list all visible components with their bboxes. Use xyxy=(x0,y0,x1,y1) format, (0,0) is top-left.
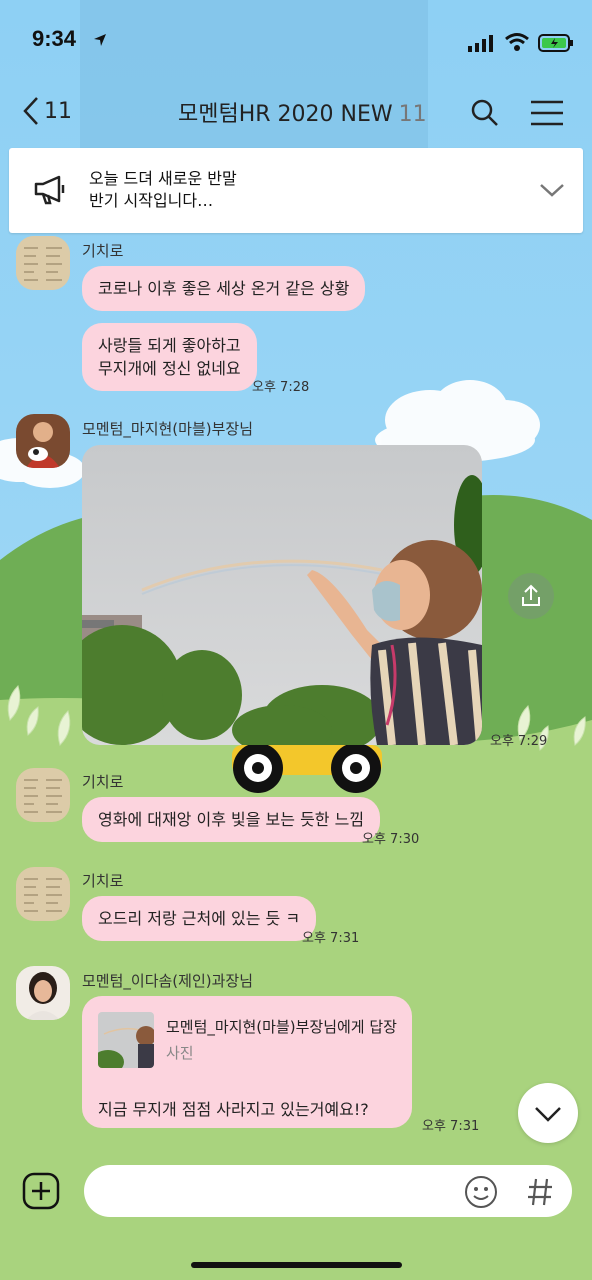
message-line: 무지개에 정신 없네요 xyxy=(98,359,241,378)
avatar[interactable] xyxy=(16,236,70,290)
back-count: 11 xyxy=(44,98,72,124)
sender-name: 기치로 xyxy=(82,872,124,890)
sender-name: 기치로 xyxy=(82,242,124,260)
reply-message-bubble[interactable]: 모멘텀_마지현(마블)부장님에게 답장 사진 지금 무지개 점점 사라지고 있는… xyxy=(82,996,412,1128)
avatar[interactable] xyxy=(16,966,70,1020)
share-icon xyxy=(522,584,540,606)
chevron-down-icon xyxy=(535,1107,561,1122)
location-arrow-icon xyxy=(94,34,106,46)
avatar-image xyxy=(16,768,70,822)
message-input[interactable] xyxy=(84,1165,572,1217)
sender-name: 모멘텀_마지현(마블)부장님 xyxy=(82,420,254,438)
sender-name: 기치로 xyxy=(82,773,124,791)
notice-line-2: 반기 시작입니다… xyxy=(89,191,214,210)
chat-title: 모멘텀HR 2020 NEW 11 xyxy=(178,96,427,128)
message-bubble[interactable]: 영화에 대재앙 이후 빛을 보는 듯한 느낌 xyxy=(82,797,381,842)
avatar-image xyxy=(16,414,70,468)
reply-thumbnail xyxy=(98,1012,154,1068)
avatar[interactable] xyxy=(16,867,70,921)
scroll-down-button[interactable] xyxy=(518,1083,578,1143)
message-time: 오후 7:31 xyxy=(422,1119,480,1134)
notice-banner[interactable]: 오늘 드뎌 새로운 반말 반기 시작입니다… xyxy=(9,148,583,233)
message-line: 사랑들 되게 좋아하고 xyxy=(98,336,241,355)
message-time: 오후 7:29 xyxy=(490,734,548,749)
back-button[interactable]: 11 xyxy=(22,96,72,126)
message-bubble[interactable]: 사랑들 되게 좋아하고 무지개에 정신 없네요 xyxy=(82,323,257,391)
message-bubble[interactable]: 코로나 이후 좋은 세상 온거 같은 상황 xyxy=(82,266,366,311)
photo-message[interactable] xyxy=(82,445,482,745)
notice-line-1: 오늘 드뎌 새로운 반말 xyxy=(89,169,237,188)
search-icon[interactable] xyxy=(470,98,500,128)
photo-image xyxy=(82,445,482,745)
signal-icon xyxy=(468,35,493,52)
add-icon xyxy=(22,1172,60,1210)
avatar-image xyxy=(16,236,70,290)
home-indicator xyxy=(191,1262,402,1268)
status-time: 9:34 xyxy=(32,26,77,51)
back-chevron-icon xyxy=(23,97,38,125)
member-count: 11 xyxy=(398,102,427,127)
emoji-icon[interactable] xyxy=(464,1175,498,1209)
share-button[interactable] xyxy=(508,573,554,619)
message-time: 오후 7:31 xyxy=(302,931,360,946)
reply-type-label: 사진 xyxy=(166,1044,194,1062)
hashtag-icon[interactable] xyxy=(526,1177,554,1207)
message-time: 오후 7:30 xyxy=(362,832,420,847)
avatar-image xyxy=(16,966,70,1020)
avatar[interactable] xyxy=(16,768,70,822)
avatar-image xyxy=(16,867,70,921)
menu-icon[interactable] xyxy=(530,100,564,126)
avatar[interactable] xyxy=(16,414,70,468)
battery-icon xyxy=(538,34,573,52)
reply-to-label: 모멘텀_마지현(마블)부장님에게 답장 xyxy=(166,1018,397,1036)
chevron-down-icon[interactable] xyxy=(539,182,565,198)
message-time: 오후 7:28 xyxy=(252,380,310,395)
message-text: 지금 무지개 점점 사라지고 있는거예요!? xyxy=(98,1100,369,1119)
chat-title-text: 모멘텀HR 2020 NEW xyxy=(178,102,393,127)
sender-name: 모멘텀_이다솜(제인)과장님 xyxy=(82,972,254,990)
message-bubble[interactable]: 오드리 저랑 근처에 있는 듯 ㅋ xyxy=(82,896,317,941)
wifi-icon xyxy=(505,33,529,51)
megaphone-icon xyxy=(34,175,65,205)
add-button[interactable] xyxy=(22,1172,60,1210)
